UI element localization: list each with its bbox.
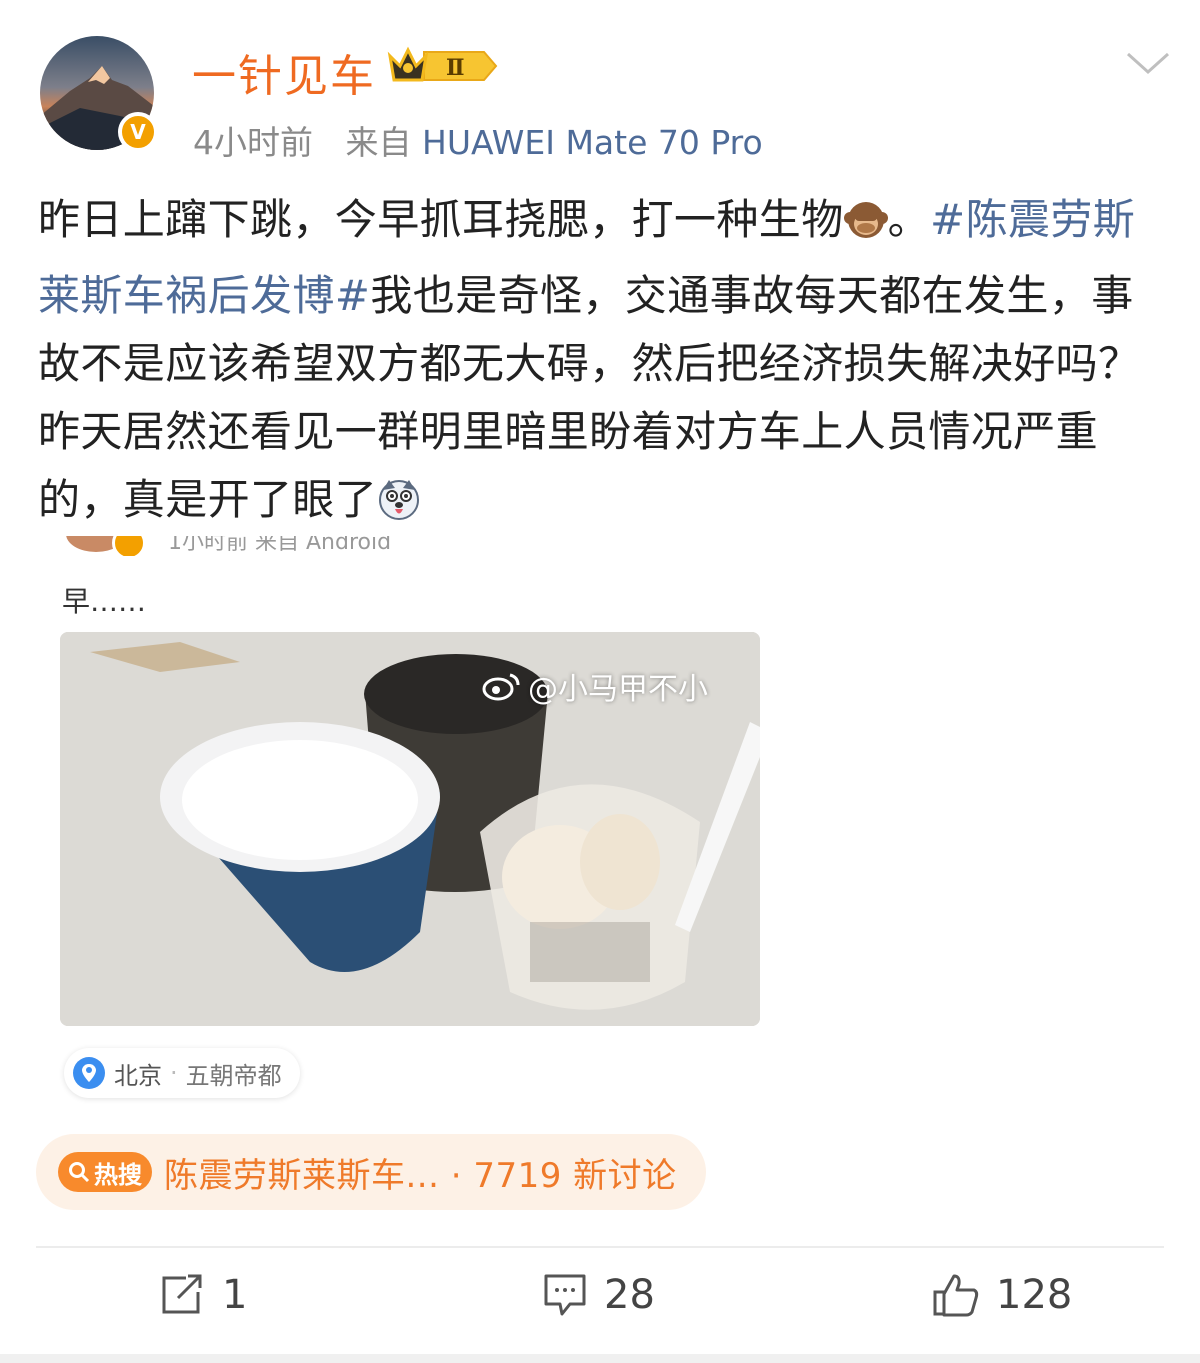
husky-emoji-icon: [377, 474, 421, 542]
weibo-logo-icon: [482, 673, 520, 701]
thumbs-up-icon: [933, 1274, 979, 1317]
location-sub: 五朝帝都: [185, 1061, 282, 1090]
comment-button[interactable]: 28: [542, 1272, 655, 1318]
hot-search-text: 陈震劳斯莱斯车... · 7719 新讨论: [164, 1155, 677, 1196]
share-icon: [162, 1274, 202, 1314]
search-icon: [69, 1162, 90, 1183]
monkey-emoji-icon: [843, 194, 888, 262]
verified-badge-icon: V: [118, 112, 158, 152]
post-text: 昨日上蹿下跳，今早抓耳挠腮，打一种生物 。#陈震劳斯莱斯车祸后发博#我也是奇怪，交…: [38, 186, 1166, 542]
location-separator: ·: [170, 1059, 178, 1087]
level-crown-badge-icon: Ⅱ: [384, 44, 500, 92]
embedded-post-header: 1小时前 来自 Android: [62, 536, 462, 556]
hot-search-pill: 热搜: [58, 1152, 152, 1192]
like-count: 128: [996, 1272, 1073, 1318]
embedded-text: 早……: [62, 585, 147, 618]
post-time: 4小时前: [193, 123, 313, 162]
chevron-down-icon[interactable]: [1124, 48, 1172, 82]
location-chip[interactable]: 北京 · 五朝帝都: [64, 1048, 300, 1098]
weibo-watermark: @小马甲不小: [482, 664, 708, 708]
source-device[interactable]: HUAWEI Mate 70 Pro: [422, 123, 763, 162]
location-pin-icon: [73, 1057, 105, 1089]
source-prefix: 来自: [345, 123, 412, 162]
username[interactable]: 一针见车: [192, 40, 376, 104]
post-text-part-1: 昨日上蹿下跳，今早抓耳挠腮，打一种生物: [38, 195, 844, 244]
post-meta: 4小时前 来自 HUAWEI Mate 70 Pro: [193, 116, 763, 164]
divider: [36, 1246, 1164, 1248]
repost-count: 1: [222, 1272, 248, 1318]
like-button[interactable]: 128: [932, 1272, 1072, 1318]
hot-search-bar[interactable]: 热搜 陈震劳斯莱斯车... · 7719 新讨论: [36, 1134, 706, 1210]
hot-search-pill-label: 热搜: [94, 1160, 142, 1189]
comment-icon: [544, 1274, 586, 1316]
level-label: Ⅱ: [446, 55, 465, 81]
embedded-verified-icon: [112, 536, 146, 556]
location-name: 北京: [114, 1061, 162, 1090]
embedded-meta: 1小时前 来自 Android: [168, 536, 392, 555]
bottom-strip: [0, 1354, 1200, 1363]
repost-button[interactable]: 1: [160, 1272, 247, 1318]
watermark-text: @小马甲不小: [528, 672, 708, 707]
comment-count: 28: [604, 1272, 655, 1318]
post-text-part-2: 。: [887, 195, 931, 244]
